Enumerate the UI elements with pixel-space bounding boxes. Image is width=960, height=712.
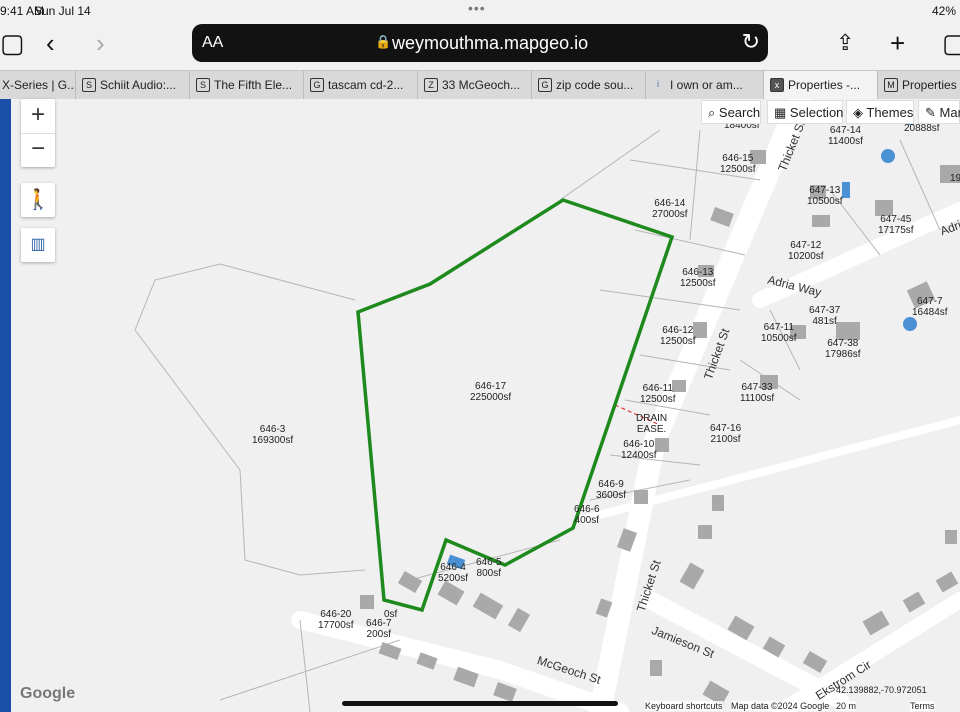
tab-7[interactable]: iI own or am...	[646, 71, 764, 99]
multitask-dots-icon[interactable]: •••	[468, 0, 486, 16]
url-text[interactable]: weymouthma.mapgeo.io	[392, 33, 588, 54]
google-logo: Google	[20, 685, 76, 702]
home-indicator	[342, 701, 618, 706]
parcel-map[interactable]: 646-17 225000sf 646-3 169300sf 646-14 27000…	[0, 99, 960, 712]
parcel-label-646-14[interactable]: 646-14 27000sf	[652, 198, 688, 220]
zoom-in-button[interactable]: +	[21, 99, 55, 134]
address-bar[interactable]: AA 🔒 weymouthma.mapgeo.io ↻	[192, 24, 768, 62]
parcel-label-647-38[interactable]: 647-38 17986sf	[825, 338, 861, 360]
tab-favicon: S	[82, 78, 96, 92]
text-size-button[interactable]: AA	[202, 34, 223, 52]
tab-2[interactable]: S Schiit Audio:...	[76, 71, 190, 99]
themes-tool-button[interactable]: ◈ Themes	[846, 100, 914, 124]
new-tab-icon[interactable]: +	[890, 28, 905, 58]
tab-9[interactable]: M Properties	[878, 71, 960, 99]
status-bar: 9:41 AM Sun Jul 14 ••• 42%	[0, 0, 960, 22]
parcel-label-646-5[interactable]: 646-5 800sf	[476, 557, 502, 579]
map-layers-icon[interactable]: ▥	[21, 228, 55, 262]
tab-favicon: G	[538, 78, 552, 92]
parcel-label-647-14[interactable]: 647-14 11400sf	[828, 125, 863, 147]
back-icon[interactable]: ‹	[46, 28, 55, 58]
sidebar-icon[interactable]: ▢	[0, 28, 25, 58]
pegman-icon[interactable]: 🚶	[21, 183, 55, 217]
tab-5[interactable]: Z 33 McGeoch...	[418, 71, 532, 99]
page-left-edge	[0, 99, 11, 712]
parcel-label-646-17[interactable]: 646-17 225000sf	[470, 381, 511, 403]
reload-icon[interactable]: ↻	[742, 29, 760, 55]
parcel-label-646-9[interactable]: 646-9 3600sf	[596, 479, 626, 501]
parcel-label-647-13[interactable]: 647-13 10500sf	[807, 185, 843, 207]
tab-favicon: G	[310, 78, 324, 92]
search-icon: ⌕	[708, 105, 716, 120]
forward-icon[interactable]: ›	[96, 28, 105, 58]
parcel-label-0sf: 0sf	[384, 609, 398, 620]
coords-readout: 42.139882,-70.972051	[836, 685, 927, 695]
parcel-label-647-37[interactable]: 647-37 481sf	[809, 305, 840, 327]
parcel-label-646-10[interactable]: 646-10 12400sf	[621, 439, 657, 461]
terms-link[interactable]: Terms	[910, 701, 935, 711]
tab-favicon: M	[884, 78, 898, 92]
selection-tool-button[interactable]: ▦ Selection	[767, 100, 843, 124]
parcel-label-646-13[interactable]: 646-13 12500sf	[680, 267, 716, 289]
map-data-credit: Map data ©2024 Google	[731, 701, 830, 711]
parcel-label-partial-19: 19	[950, 173, 960, 184]
parcel-label-647-33[interactable]: 647-33 11100sf	[740, 382, 774, 404]
parcel-label-646-3[interactable]: 646-3 169300sf	[252, 424, 293, 446]
parcel-label-646-6[interactable]: 646-6 400sf	[574, 504, 600, 526]
keyboard-shortcuts-link[interactable]: Keyboard shortcuts	[645, 701, 723, 711]
tab-strip: X-Series | G... S Schiit Audio:... S The F…	[0, 70, 960, 100]
status-date: Sun Jul 14	[34, 4, 91, 18]
side-road	[576, 416, 960, 524]
parcel-label-647-16[interactable]: 647-16 2100sf	[710, 423, 741, 445]
tab-favicon: Z	[424, 78, 438, 92]
selection-grid-icon: ▦	[774, 105, 787, 120]
share-icon[interactable]: ⇪	[836, 28, 854, 58]
parcel-label-646-4[interactable]: 646-4 5200sf	[438, 562, 468, 584]
parcel-label-647-45[interactable]: 647-45 17175sf	[878, 214, 914, 236]
tab-favicon: i	[657, 79, 659, 89]
parcel-label-646-15[interactable]: 646-15 12500sf	[720, 153, 756, 175]
tab-4[interactable]: Gtascam cd-2...	[304, 71, 418, 99]
parcel-label-647-11[interactable]: 647-11 10500sf	[761, 322, 797, 344]
layers-icon: ◈	[853, 105, 863, 120]
pencil-icon: ✎	[925, 105, 936, 120]
parcel-label-647-7[interactable]: 647-7 16484sf	[912, 296, 948, 318]
parcel-label-647-12[interactable]: 647-12 10200sf	[788, 240, 824, 262]
markup-tool-button[interactable]: ✎ Mark	[918, 100, 960, 124]
browser-toolbar: ▢ ‹ › AA 🔒 weymouthma.mapgeo.io ↻ ⇪ + ▢	[0, 22, 960, 68]
lock-icon: 🔒	[375, 34, 392, 49]
drain-easement-label: DRAIN EASE.	[636, 413, 668, 435]
scale-bar: 20 m	[836, 701, 857, 711]
close-tab-icon: x	[770, 78, 784, 92]
tab-6[interactable]: Gzip code sou...	[532, 71, 646, 99]
parcel-label-646-20[interactable]: 646-20 17700sf	[318, 609, 354, 631]
parcel-label-partial-right: 20888sf	[904, 123, 940, 134]
tab-favicon: S	[196, 78, 210, 92]
tab-3[interactable]: S The Fifth Ele...	[190, 71, 304, 99]
tabs-overview-icon[interactable]: ▢	[942, 28, 960, 58]
parcel-label-646-11[interactable]: 646-11 12500sf	[640, 383, 676, 405]
parcel-label-646-7[interactable]: 646-7 200sf	[366, 618, 392, 640]
parcel-label-646-12[interactable]: 646-12 12500sf	[660, 325, 696, 347]
tab-1[interactable]: X-Series | G...	[0, 71, 76, 99]
tab-8-active[interactable]: x Properties -...	[764, 71, 878, 99]
battery-level: 42%	[931, 4, 956, 18]
search-tool-button[interactable]: ⌕ Search	[701, 100, 761, 124]
zoom-control: + −	[21, 99, 55, 167]
zoom-out-button[interactable]: −	[21, 134, 55, 167]
